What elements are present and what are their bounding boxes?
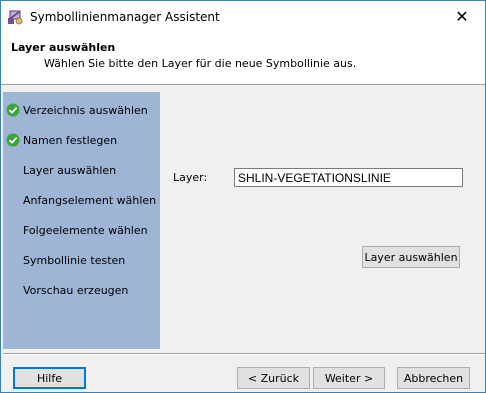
step-label: Layer auswählen (23, 164, 117, 177)
main-panel: Layer: Layer auswählen (161, 92, 485, 349)
steps-sidebar: Verzeichnis auswählen Namen festlegen La… (3, 92, 160, 349)
step-label: Folgeelemente wählen (23, 224, 148, 237)
step-anfangselement-waehlen: Anfangselement wählen (3, 191, 160, 211)
next-button[interactable]: Weiter > (313, 367, 385, 389)
layer-field[interactable] (234, 168, 463, 187)
step-label: Anfangselement wählen (23, 194, 157, 207)
window-title: Symbollinienmanager Assistent (30, 10, 220, 24)
step-symbollinie-testen: Symbollinie testen (3, 251, 160, 271)
step-label: Namen festlegen (23, 134, 118, 147)
step-label: Vorschau erzeugen (23, 284, 129, 297)
layer-label: Layer: (173, 171, 208, 184)
step-namen-festlegen: Namen festlegen (3, 131, 160, 151)
page-title: Layer auswählen (11, 41, 116, 54)
checkmark-icon (6, 103, 20, 117)
step-folgeelemente-waehlen: Folgeelemente wählen (3, 221, 160, 241)
wizard-window: Symbollinienmanager Assistent ✕ Layer au… (0, 0, 486, 393)
step-label: Symbollinie testen (23, 254, 126, 267)
step-vorschau-erzeugen: Vorschau erzeugen (3, 281, 160, 301)
cancel-button[interactable]: Abbrechen (397, 367, 470, 389)
back-button[interactable]: < Zurück (237, 367, 310, 389)
page-subtitle: Wählen Sie bitte den Layer für die neue … (44, 57, 357, 70)
footer-divider (3, 353, 485, 355)
wizard-header: Layer auswählen Wählen Sie bitte den Lay… (1, 32, 485, 85)
title-bar[interactable]: Symbollinienmanager Assistent ✕ (1, 1, 485, 32)
select-layer-button[interactable]: Layer auswählen (362, 246, 460, 268)
checkmark-icon (6, 133, 20, 147)
step-layer-auswaehlen: Layer auswählen (3, 161, 160, 181)
close-button[interactable]: ✕ (439, 1, 485, 32)
step-verzeichnis-auswaehlen: Verzeichnis auswählen (3, 101, 160, 121)
symbol-manager-icon (8, 10, 23, 25)
close-icon: ✕ (455, 7, 469, 26)
step-label: Verzeichnis auswählen (23, 104, 148, 117)
help-button[interactable]: Hilfe (13, 367, 86, 389)
